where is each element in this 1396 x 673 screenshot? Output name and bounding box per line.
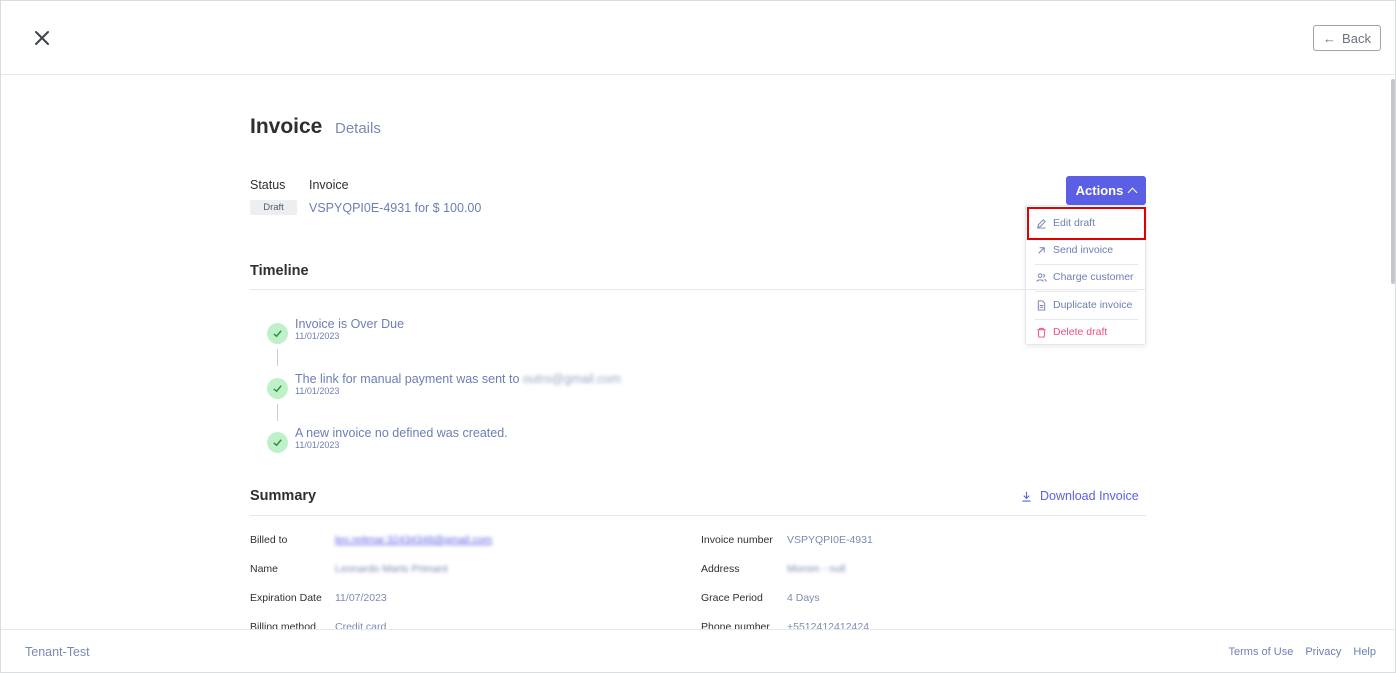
footer-links: Terms of Use Privacy Help bbox=[1229, 646, 1376, 658]
actions-button-label: Actions bbox=[1075, 183, 1124, 198]
timeline-event-text: A new invoice no defined was created. bbox=[295, 426, 508, 440]
back-button-label: Back bbox=[1342, 30, 1371, 46]
billing-method-label: Billing method bbox=[250, 621, 316, 629]
check-icon bbox=[267, 432, 288, 453]
invoice-number-value: VSPYQPI0E-4931 bbox=[787, 534, 873, 546]
tenant-name: Tenant-Test bbox=[25, 645, 90, 659]
menu-divider bbox=[1035, 291, 1138, 292]
expiration-date-value: 11/07/2023 bbox=[335, 592, 387, 604]
menu-item-label: Send invoice bbox=[1053, 244, 1114, 256]
billing-method-value: Credit card bbox=[335, 621, 387, 629]
help-link[interactable]: Help bbox=[1353, 646, 1376, 658]
menu-item-delete-draft[interactable]: Delete draft bbox=[1036, 322, 1107, 342]
actions-button[interactable]: Actions bbox=[1066, 176, 1146, 205]
phone-number-label: Phone number bbox=[701, 621, 770, 629]
timeline-title: Timeline bbox=[250, 263, 309, 279]
invoice-label: Invoice bbox=[309, 178, 349, 192]
download-invoice-link[interactable]: Download Invoice bbox=[1021, 489, 1139, 503]
phone-number-value: +5512412412424 bbox=[787, 621, 870, 629]
name-label: Name bbox=[250, 563, 279, 575]
terms-of-use-link[interactable]: Terms of Use bbox=[1229, 646, 1294, 658]
page-title: Invoice bbox=[250, 115, 323, 138]
menu-divider bbox=[1035, 264, 1138, 265]
timeline-event-date: 11/01/2023 bbox=[295, 440, 340, 450]
invoice-number-label: Invoice number bbox=[701, 534, 773, 546]
timeline-event-date: 11/01/2023 bbox=[295, 386, 340, 396]
invoice-value: VSPYQPI0E-4931 for $ 100.00 bbox=[309, 201, 482, 215]
grace-period-value: 4 Days bbox=[787, 592, 820, 604]
name-value: Leonardo Marts Primant bbox=[335, 563, 448, 575]
menu-item-charge-customer[interactable]: Charge customer bbox=[1036, 267, 1134, 287]
top-bar: ← Back bbox=[1, 1, 1395, 75]
page-subtitle: Details bbox=[335, 120, 381, 137]
timeline-event-message: The link for manual payment was sent to bbox=[295, 372, 520, 386]
users-icon bbox=[1036, 272, 1047, 282]
summary-divider bbox=[250, 515, 1146, 516]
menu-item-label: Charge customer bbox=[1053, 271, 1134, 283]
status-badge: Draft bbox=[250, 200, 297, 215]
arrow-left-icon: ← bbox=[1323, 30, 1337, 46]
address-value: Morom - null bbox=[787, 563, 846, 575]
summary-title: Summary bbox=[250, 488, 317, 504]
trash-icon bbox=[1037, 327, 1046, 338]
privacy-link[interactable]: Privacy bbox=[1305, 646, 1341, 658]
check-icon bbox=[267, 378, 288, 399]
arrow-up-right-icon bbox=[1038, 246, 1045, 254]
expiration-date-label: Expiration Date bbox=[250, 592, 322, 604]
check-icon bbox=[267, 323, 288, 344]
timeline-divider bbox=[250, 289, 1146, 290]
menu-item-duplicate-invoice[interactable]: Duplicate invoice bbox=[1036, 295, 1132, 315]
timeline-connector bbox=[277, 349, 278, 366]
timeline-event-date: 11/01/2023 bbox=[295, 331, 340, 341]
download-icon bbox=[1022, 491, 1031, 502]
menu-item-send-invoice[interactable]: Send invoice bbox=[1036, 240, 1113, 260]
timeline-connector bbox=[277, 404, 278, 421]
footer: Tenant-Test Terms of Use Privacy Help bbox=[1, 629, 1395, 672]
status-label: Status bbox=[250, 178, 286, 192]
timeline-event-text: Invoice is Over Due bbox=[295, 317, 405, 331]
invoice-details-window: ← Back Invoice Details Status Draft Invo… bbox=[0, 0, 1396, 673]
download-invoice-label: Download Invoice bbox=[1040, 489, 1139, 503]
close-icon[interactable] bbox=[31, 27, 53, 49]
back-button[interactable]: ← Back bbox=[1313, 25, 1381, 51]
menu-divider bbox=[1035, 319, 1138, 320]
scrollbar[interactable] bbox=[1391, 79, 1395, 284]
chevron-up-icon bbox=[1127, 187, 1138, 198]
highlight-box bbox=[1027, 207, 1146, 240]
billed-to-label: Billed to bbox=[250, 534, 288, 546]
grace-period-label: Grace Period bbox=[701, 592, 763, 604]
main-content[interactable]: Invoice Details Status Draft Invoice VSP… bbox=[1, 76, 1395, 629]
billed-to-value[interactable]: leo.reitmar.32434348@gmail.com bbox=[335, 534, 492, 546]
address-label: Address bbox=[701, 563, 740, 575]
menu-item-label: Delete draft bbox=[1053, 326, 1108, 338]
timeline-event-email: outro@gmail.com bbox=[522, 372, 622, 386]
timeline-event-text: The link for manual payment was sent to … bbox=[295, 372, 621, 386]
menu-item-label: Duplicate invoice bbox=[1053, 299, 1133, 311]
document-icon bbox=[1037, 299, 1046, 311]
